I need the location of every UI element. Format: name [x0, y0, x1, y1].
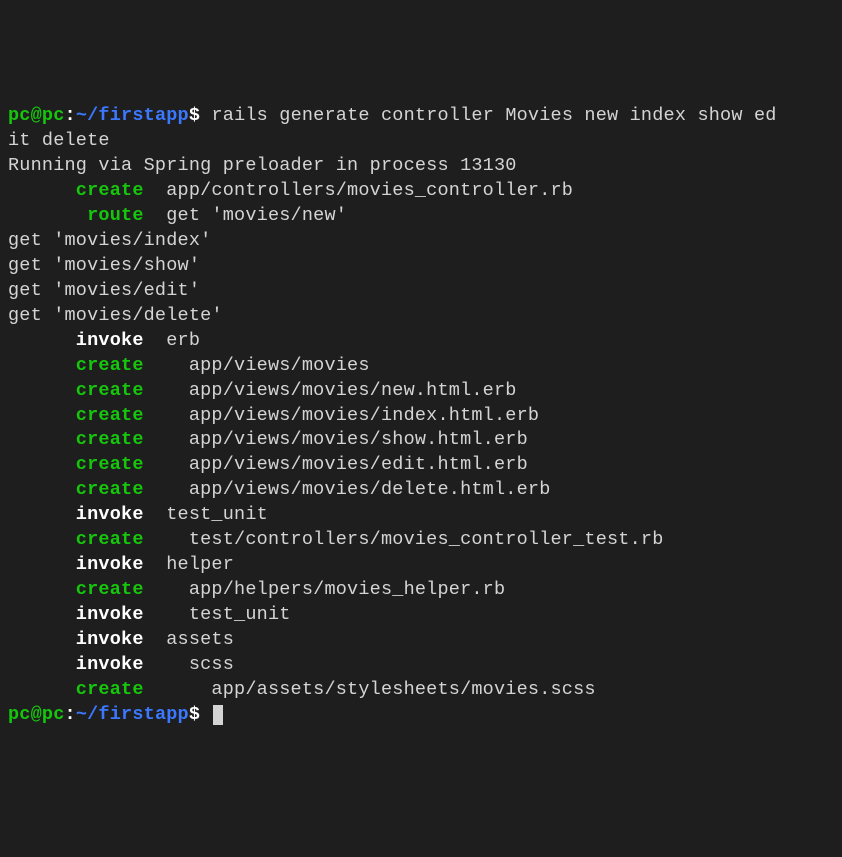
- output-path: app/views/movies/new.html.erb: [144, 380, 517, 401]
- action-invoke: invoke: [8, 504, 144, 525]
- output-path: app/views/movies/index.html.erb: [144, 405, 540, 426]
- action-route: route: [8, 205, 144, 226]
- prompt-path: ~/firstapp: [76, 105, 189, 126]
- action-invoke: invoke: [8, 554, 144, 575]
- output-path: app/assets/stylesheets/movies.scss: [144, 679, 596, 700]
- prompt-dollar: $: [189, 704, 212, 725]
- output-path: app/controllers/movies_controller.rb: [144, 180, 573, 201]
- output-path: app/views/movies/delete.html.erb: [144, 479, 551, 500]
- action-create: create: [8, 479, 144, 500]
- action-create: create: [8, 579, 144, 600]
- output-path: app/views/movies/show.html.erb: [144, 429, 528, 450]
- output-line: get 'movies/show': [8, 255, 200, 276]
- action-invoke: invoke: [8, 654, 144, 675]
- action-create: create: [8, 454, 144, 475]
- user-host: pc@pc: [8, 704, 65, 725]
- output-path: app/views/movies: [144, 355, 370, 376]
- output-path: scss: [144, 654, 234, 675]
- action-create: create: [8, 380, 144, 401]
- action-invoke: invoke: [8, 604, 144, 625]
- output-line: get 'movies/edit': [8, 280, 200, 301]
- user-host: pc@pc: [8, 105, 65, 126]
- prompt-colon: :: [65, 704, 76, 725]
- action-create: create: [8, 180, 144, 201]
- prompt-colon: :: [65, 105, 76, 126]
- output-line: get 'movies/delete': [8, 305, 223, 326]
- action-create: create: [8, 429, 144, 450]
- output-path: app/helpers/movies_helper.rb: [144, 579, 506, 600]
- output-line: get 'movies/index': [8, 230, 211, 251]
- action-create: create: [8, 405, 144, 426]
- output-path: test_unit: [144, 504, 268, 525]
- prompt-line-2: pc@pc:~/firstapp$: [8, 704, 211, 725]
- output-path: assets: [144, 629, 234, 650]
- output-path: app/views/movies/edit.html.erb: [144, 454, 528, 475]
- output-path: get 'movies/new': [144, 205, 347, 226]
- action-create: create: [8, 355, 144, 376]
- action-invoke: invoke: [8, 629, 144, 650]
- action-create: create: [8, 529, 144, 550]
- prompt-path: ~/firstapp: [76, 704, 189, 725]
- prompt-dollar: $: [189, 105, 212, 126]
- output-path: test/controllers/movies_controller_test.…: [144, 529, 664, 550]
- output-path: erb: [144, 330, 201, 351]
- action-create: create: [8, 679, 144, 700]
- prompt-line-1: pc@pc:~/firstapp$ rails generate control…: [8, 105, 777, 151]
- output-path: helper: [144, 554, 234, 575]
- terminal-output[interactable]: pc@pc:~/firstapp$ rails generate control…: [8, 104, 834, 728]
- output-path: test_unit: [144, 604, 291, 625]
- action-invoke: invoke: [8, 330, 144, 351]
- output-running: Running via Spring preloader in process …: [8, 155, 517, 176]
- cursor-icon[interactable]: [213, 705, 223, 725]
